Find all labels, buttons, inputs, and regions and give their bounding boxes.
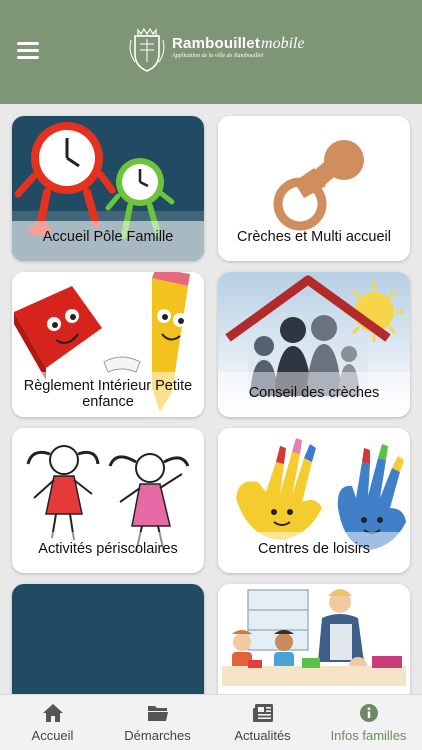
tile-accueil-pole-famille[interactable]: Accueil Pôle Famille	[12, 116, 204, 261]
home-icon	[42, 704, 63, 722]
tile-partial-right[interactable]	[218, 584, 410, 694]
tile-label: Crèches et Multi accueil	[237, 229, 391, 245]
tab-actualites[interactable]: Actualités	[210, 695, 315, 750]
crest-logo	[129, 27, 165, 72]
tab-infos-familles[interactable]: Infos familles	[315, 695, 422, 750]
tile-creches[interactable]: Crèches et Multi accueil	[218, 116, 410, 261]
brand-name: Rambouillet	[172, 35, 261, 52]
tab-label: Démarches	[124, 728, 191, 743]
folder-icon	[147, 706, 168, 721]
children-cooking-image	[218, 584, 410, 694]
tile-label: Conseil des crèches	[248, 385, 380, 401]
tile-reglement[interactable]: Règlement Intérieur Petite enfance	[12, 272, 204, 417]
tab-demarches[interactable]: Démarches	[105, 695, 210, 750]
tile-partial-left[interactable]	[12, 584, 204, 694]
newspaper-icon	[252, 704, 273, 722]
info-icon	[359, 704, 378, 722]
tab-accueil[interactable]: Accueil	[0, 695, 105, 750]
tile-grid: Accueil Pôle Famille Crèches et Multi ac…	[0, 104, 422, 694]
tile-activites-periscolaires[interactable]: Activités périscolaires	[12, 428, 204, 573]
bottom-tab-bar: Accueil Démarches Actualités Infos famil…	[0, 694, 422, 750]
app-tagline: Application de la ville de Rambouillet	[172, 53, 264, 59]
tile-label: Centres de loisirs	[257, 541, 370, 557]
tab-label: Accueil	[31, 728, 74, 743]
app-title: Rambouilletmobile	[172, 35, 305, 53]
tile-label: Activités périscolaires	[38, 541, 178, 557]
tile-conseil-creches[interactable]: Conseil des crèches	[218, 272, 410, 417]
brand-suffix: mobile	[261, 35, 305, 52]
tile-centres-loisirs[interactable]: Centres de loisirs	[218, 428, 410, 573]
tab-label: Actualités	[234, 728, 291, 743]
app-header: Rambouilletmobile Application de la vill…	[0, 0, 422, 104]
tile-label: Accueil Pôle Famille	[42, 229, 174, 245]
menu-icon[interactable]	[17, 42, 39, 60]
tile-label: Règlement Intérieur Petite enfance	[23, 378, 193, 410]
tab-label: Infos familles	[330, 728, 407, 743]
